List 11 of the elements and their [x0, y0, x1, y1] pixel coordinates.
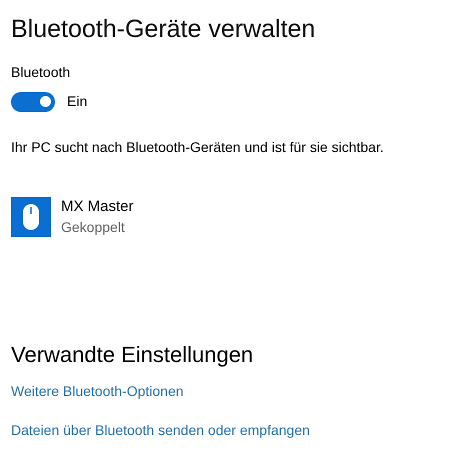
mouse-icon — [11, 197, 51, 237]
bluetooth-label: Bluetooth — [11, 63, 72, 81]
toggle-state: Ein — [67, 92, 88, 111]
device-status: Gekoppelt — [61, 218, 126, 237]
settings-link[interactable]: Dateien über Bluetooth senden oder empfangen — [11, 421, 310, 439]
page-title: Bluetooth-Geräte verwalten — [11, 14, 316, 45]
settings-link[interactable]: Weitere Bluetooth-Optionen — [11, 382, 184, 400]
device-name[interactable]: MX Master — [61, 197, 134, 217]
bluetooth-toggle[interactable] — [11, 92, 55, 112]
section-heading: Verwandte Einstellungen — [11, 341, 254, 369]
status-text: Ihr PC sucht nach Bluetooth-Geräten und ist für sie sichtbar. — [11, 138, 385, 156]
